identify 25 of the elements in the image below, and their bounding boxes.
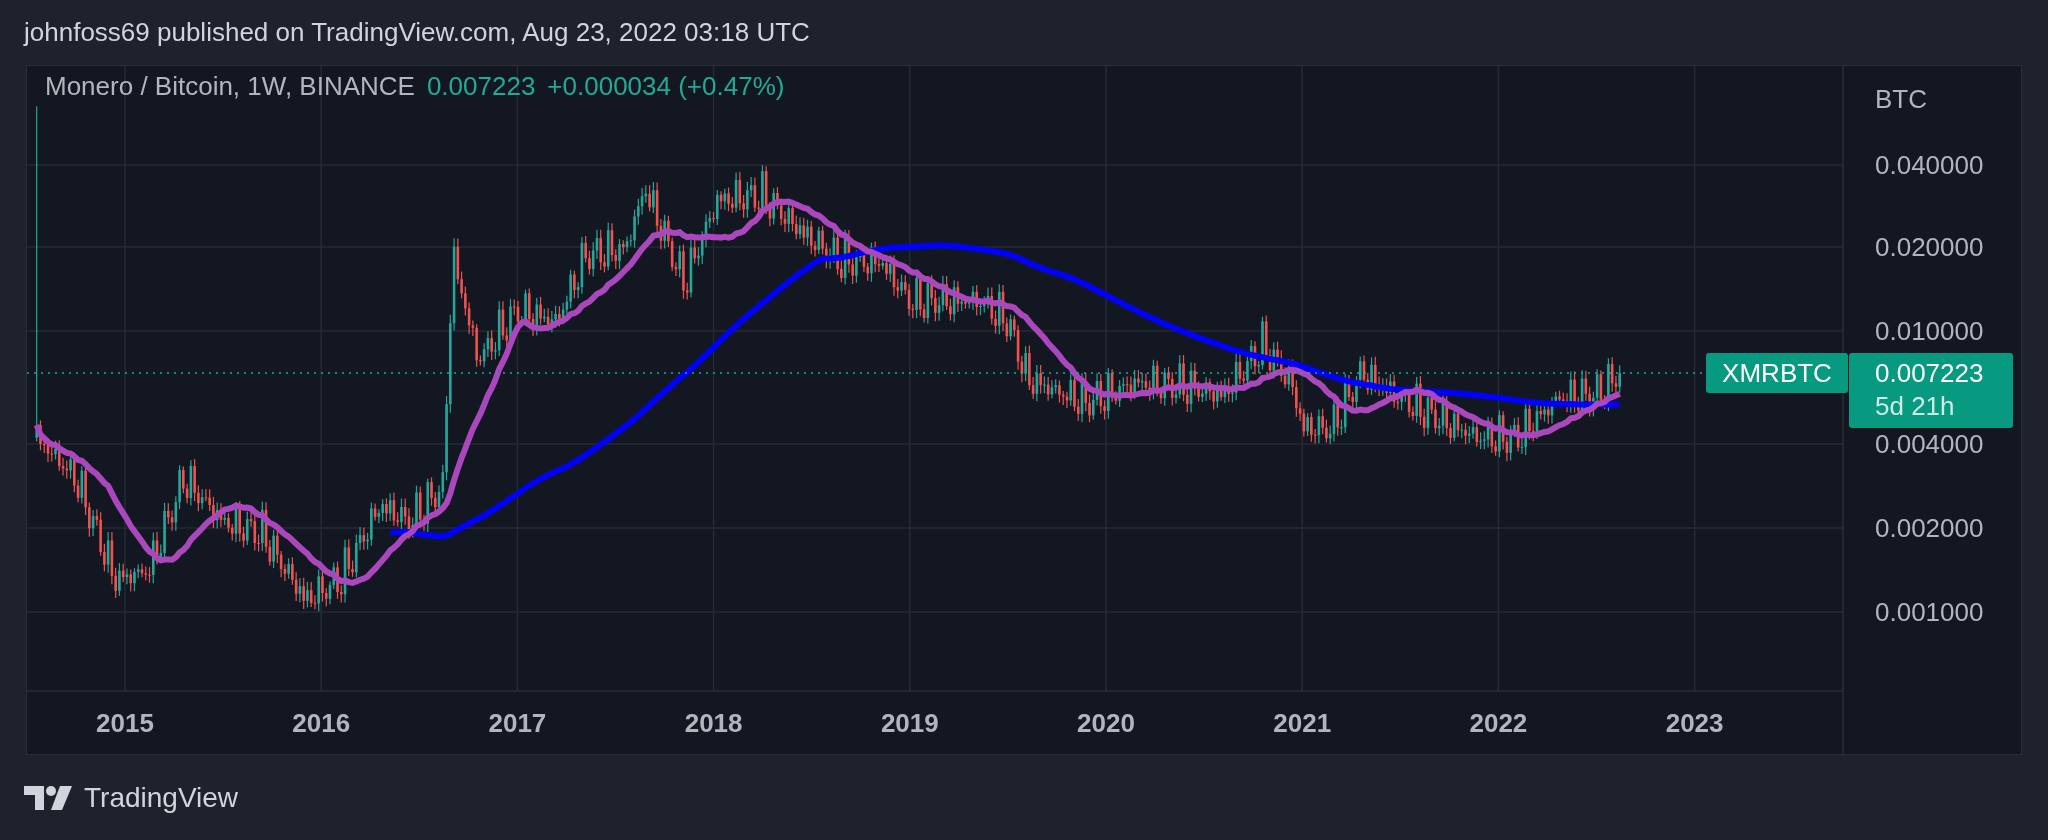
price-label: 0.001000 — [1875, 597, 1984, 627]
brand-name: TradingView — [84, 781, 239, 814]
year-label: 2016 — [292, 708, 351, 738]
price-label: 0.004000 — [1875, 429, 1984, 459]
year-label: 2019 — [880, 708, 939, 738]
price-value: 0.007223 — [1875, 357, 1985, 390]
last-price: 0.007223 — [426, 70, 536, 102]
year-label: 2023 — [1665, 708, 1724, 738]
year-label: 2021 — [1273, 708, 1332, 738]
symbol-badge: XMRBTC — [1706, 353, 1848, 393]
price-label: 0.002000 — [1875, 513, 1984, 543]
logo-icon — [24, 785, 72, 810]
price-label: 0.020000 — [1875, 232, 1984, 262]
price-label: 0.010000 — [1875, 316, 1984, 346]
price-change: +0.000034 (+0.47%) — [547, 70, 785, 102]
year-label: 2018 — [684, 708, 743, 738]
price-label: 0.040000 — [1875, 150, 1984, 180]
symbol-title: Monero / Bitcoin, 1W, BINANCE — [45, 70, 415, 102]
year-label: 2022 — [1469, 708, 1528, 738]
year-label: 2017 — [488, 708, 547, 738]
bar-countdown: 5d 21h — [1875, 390, 1956, 423]
publish-info: johnfoss69 published on TradingView.com, Aug 23, 2022 03:18 UTC — [24, 17, 810, 48]
year-label: 2015 — [96, 708, 154, 738]
year-label: 2020 — [1077, 708, 1135, 738]
axis-unit: BTC — [1875, 84, 1927, 114]
